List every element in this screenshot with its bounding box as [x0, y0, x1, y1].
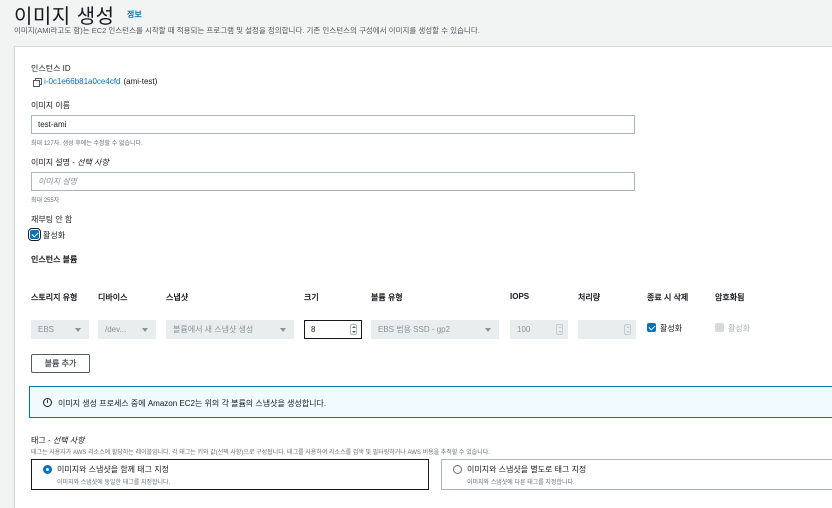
caret-down-icon	[75, 328, 81, 332]
tag-together-desc: 이미지와 스냅샷에 동일한 태그를 지정합니다.	[57, 480, 171, 486]
image-description-label-text: 이미지 설명	[31, 158, 71, 167]
col-delete-on-termination: 종료 시 삭제	[647, 293, 689, 302]
col-volume-type: 볼륨 유형	[371, 293, 403, 302]
tag-separately-title: 이미지와 스냅샷을 별도로 태그 지정	[467, 465, 587, 474]
add-volume-button[interactable]: 볼륨 추가	[31, 354, 90, 373]
spinner-icon[interactable]	[556, 324, 563, 335]
col-snapshot: 스냅샷	[166, 293, 189, 302]
delete-on-termination-label: 활성화	[660, 324, 683, 333]
size-input[interactable]: 8	[304, 320, 362, 339]
page-description: 이미지(AMI라고도 함)는 EC2 인스턴스를 시작할 때 적용되는 프로그램…	[14, 26, 480, 35]
col-throughput: 처리량	[578, 293, 601, 302]
iops-input[interactable]: 100	[510, 320, 568, 339]
caret-down-icon	[485, 328, 491, 332]
col-iops: IOPS	[510, 292, 530, 301]
label-separator: -	[45, 436, 53, 445]
storage-type-select[interactable]: EBS	[31, 320, 89, 339]
caret-down-icon	[280, 328, 286, 332]
size-value: 8	[311, 325, 316, 334]
instance-id-link[interactable]: i-0c1e66b81a0ce4cfd (ami-test)	[33, 77, 158, 87]
spinner-icon[interactable]	[624, 324, 631, 335]
col-storage-type: 스토리지 유형	[31, 293, 78, 302]
no-reboot-checkbox-label: 활성화	[43, 231, 66, 240]
device-select[interactable]: /dev...	[98, 320, 156, 339]
image-name-input[interactable]: test-ami	[31, 115, 635, 134]
volume-type-value: EBS 범용 SSD - gp2	[378, 325, 451, 334]
volume-type-select[interactable]: EBS 범용 SSD - gp2	[371, 320, 499, 339]
encrypted-label: 활성화	[728, 324, 751, 333]
iops-value: 100	[517, 325, 531, 334]
image-description-input[interactable]: 이미지 설명	[31, 172, 635, 191]
device-value: /dev...	[105, 325, 127, 334]
tags-description: 태그는 사용자가 AWS 리소스에 할당하는 레이블입니다. 각 태그는 키와 …	[31, 450, 490, 456]
tag-together-radio[interactable]	[43, 465, 52, 474]
image-description-hint: 최대 255자	[31, 198, 60, 204]
snapshot-notice-text: 이미지 생성 프로세스 중에 Amazon EC2는 위의 각 볼륨의 스냅샷을…	[58, 399, 327, 408]
snapshot-value: 볼륨에서 새 스냅샷 생성	[173, 325, 254, 334]
optional-tag: 선택 사항	[77, 158, 109, 167]
col-encrypted: 암호화됨	[715, 293, 745, 302]
col-size: 크기	[304, 293, 319, 302]
col-device: 디바이스	[98, 293, 128, 302]
tag-separately-radio[interactable]	[453, 465, 462, 474]
copy-icon[interactable]	[33, 77, 42, 87]
instance-id-label: 인스턴스 ID	[31, 64, 71, 73]
tag-together-title: 이미지와 스냅샷을 함께 태그 지정	[57, 465, 169, 474]
info-link[interactable]: 정보	[127, 9, 142, 20]
storage-type-value: EBS	[38, 325, 55, 334]
tags-label-text: 태그	[31, 436, 46, 445]
tag-together-option[interactable]: 이미지와 스냅샷을 함께 태그 지정 이미지와 스냅샷에 동일한 태그를 지정합…	[31, 459, 429, 490]
delete-on-termination-checkbox[interactable]	[647, 323, 656, 332]
instance-id-value[interactable]: i-0c1e66b81a0ce4cfd	[44, 77, 121, 86]
tag-separately-desc: 이미지와 스냅샷에 다른 태그를 지정합니다.	[467, 480, 575, 486]
caret-down-icon	[142, 328, 148, 332]
info-circle-icon: i	[43, 398, 52, 407]
image-name-hint: 최대 127자. 생성 후에는 수정할 수 없습니다.	[31, 141, 143, 147]
instance-volumes-label: 인스턴스 볼륨	[31, 255, 78, 264]
image-name-label: 이미지 이름	[31, 101, 71, 110]
encrypted-checkbox[interactable]	[715, 323, 724, 332]
spinner-icon[interactable]	[350, 324, 357, 335]
snapshot-notice: i 이미지 생성 프로세스 중에 Amazon EC2는 위의 각 볼륨의 스냅…	[29, 386, 832, 418]
tag-separately-option[interactable]: 이미지와 스냅샷을 별도로 태그 지정 이미지와 스냅샷에 다른 태그를 지정합…	[441, 459, 832, 490]
snapshot-select[interactable]: 볼륨에서 새 스냅샷 생성	[166, 320, 294, 339]
no-reboot-label: 재부팅 안 함	[31, 215, 73, 224]
no-reboot-checkbox[interactable]	[28, 228, 41, 241]
throughput-input[interactable]	[578, 320, 636, 339]
optional-tag: 선택 사항	[52, 436, 85, 445]
instance-name-suffix: (ami-test)	[123, 77, 158, 86]
image-settings-panel: 인스턴스 ID i-0c1e66b81a0ce4cfd (ami-test) 이…	[14, 46, 832, 508]
image-description-label: 이미지 설명 - 선택 사항	[31, 157, 109, 168]
tags-label: 태그 - 선택 사항	[31, 435, 85, 446]
